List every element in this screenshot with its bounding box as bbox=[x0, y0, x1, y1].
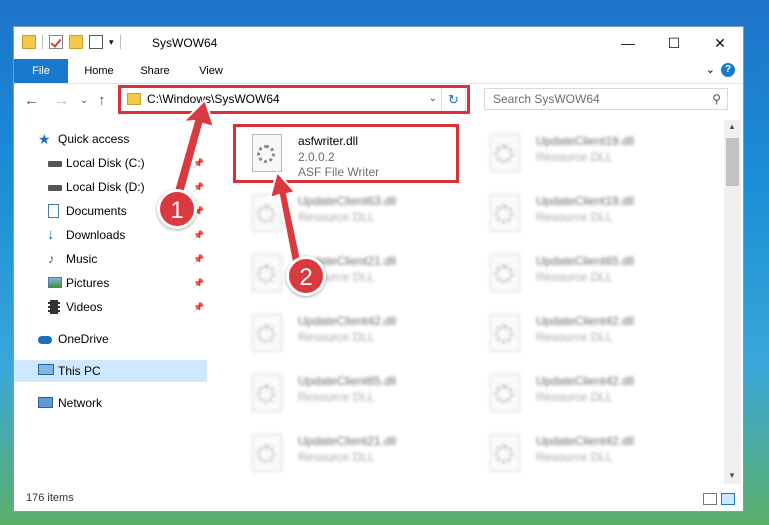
annotation-arrows bbox=[170, 98, 303, 264]
step-marker-1: 1 bbox=[157, 189, 197, 229]
arrow-2 bbox=[268, 169, 303, 264]
step-marker-2: 2 bbox=[286, 256, 326, 296]
arrow-1 bbox=[170, 98, 216, 203]
